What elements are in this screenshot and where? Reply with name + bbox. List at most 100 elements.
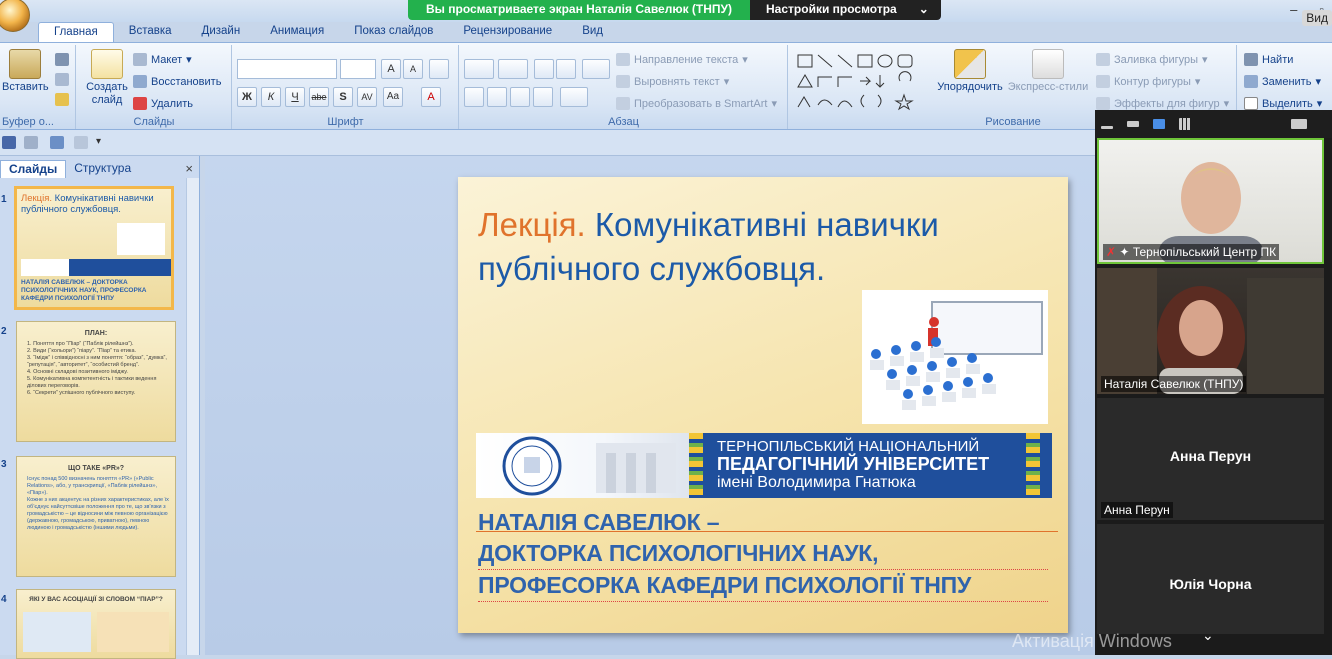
tab-design[interactable]: Дизайн: [187, 22, 256, 42]
arrange-label: Упорядочить: [937, 81, 1003, 93]
spellcheck-icon[interactable]: [50, 136, 64, 149]
font-group-label: Шрифт: [327, 116, 364, 128]
tab-view[interactable]: Вид: [567, 22, 618, 42]
shapes-gallery[interactable]: [794, 51, 924, 111]
tab-review[interactable]: Рецензирование: [448, 22, 567, 42]
text-direction-label: Направление текста: [634, 53, 739, 66]
minimize-video-icon[interactable]: [1101, 125, 1113, 129]
share-message: Вы просматриваете экран Наталія Савелюк …: [408, 0, 751, 20]
layout-button[interactable]: Макет ▾: [133, 53, 192, 66]
clear-format-icon[interactable]: [429, 59, 449, 79]
ornament-left: [689, 433, 703, 498]
justify-icon[interactable]: [533, 87, 553, 107]
arrange-button[interactable]: Упорядочить: [932, 49, 1008, 94]
slide-thumbnail-2[interactable]: ПЛАН: 1. Поняття про “Піар” (“Паблік ріл…: [16, 321, 176, 442]
slide-number: 3: [1, 459, 7, 470]
columns-icon[interactable]: [560, 87, 588, 107]
new-slide-button[interactable]: Создать слайд: [81, 49, 133, 107]
current-slide[interactable]: Лекція. Комунікативні навички публічного…: [458, 177, 1068, 633]
select-label: Выделить: [1262, 97, 1313, 110]
decrease-indent-icon[interactable]: [534, 59, 554, 79]
tab-slides[interactable]: Слайды: [0, 160, 67, 178]
slide-thumbnail-3[interactable]: ЩО ТАКЕ «PR»? Існує понад 500 визначень …: [16, 456, 176, 577]
copy-icon[interactable]: [55, 73, 69, 86]
align-center-icon[interactable]: [487, 87, 507, 107]
participant-tile-1[interactable]: ✗ ✦ Тернопільський Центр ПК: [1097, 138, 1324, 264]
tab-slideshow[interactable]: Показ слайдов: [339, 22, 448, 42]
thumb-line: 4. Основні складові позитивного іміджу.: [27, 369, 128, 375]
tab-home[interactable]: Главная: [38, 22, 114, 42]
slide-thumbnail-1[interactable]: Лекція. Комунікативні навички публічного…: [14, 186, 174, 310]
tab-animation[interactable]: Анимация: [255, 22, 339, 42]
quick-styles-button[interactable]: Экспресс-стили: [1006, 49, 1090, 94]
view-settings-button[interactable]: Настройки просмотра ⌄: [750, 0, 941, 20]
participant-tile-3[interactable]: Анна Перун Анна Перун: [1097, 398, 1324, 520]
shadow-button[interactable]: S: [333, 87, 353, 107]
thumbnail-view-icon[interactable]: [1127, 121, 1139, 127]
save-icon[interactable]: [2, 136, 16, 149]
align-right-icon[interactable]: [510, 87, 530, 107]
close-icon[interactable]: ×: [185, 161, 193, 176]
char-spacing-button[interactable]: AV: [357, 87, 377, 107]
delete-slide-button[interactable]: Удалить: [133, 97, 193, 110]
minimize-button[interactable]: –: [1290, 2, 1297, 17]
shape-outline-button[interactable]: Контур фигуры ▾: [1096, 75, 1200, 88]
shape-fill-button[interactable]: Заливка фигуры ▾: [1096, 53, 1208, 66]
clipboard-icon: [9, 49, 41, 79]
replace-button[interactable]: Заменить ▾: [1244, 75, 1321, 88]
thumb-plan-title: ПЛАН:: [84, 330, 108, 337]
pin-icon: ✦: [1119, 245, 1130, 259]
university-banner[interactable]: ТЕРНОПІЛЬСЬКИЙ НАЦІОНАЛЬНИЙ ПЕДАГОГІЧНИЙ…: [476, 433, 1052, 498]
line-spacing-icon[interactable]: [582, 59, 610, 79]
font-color-button[interactable]: A: [421, 87, 441, 107]
bold-button[interactable]: Ж: [237, 87, 257, 107]
grow-font-button[interactable]: A: [381, 59, 401, 79]
strikethrough-button[interactable]: abe: [309, 87, 329, 107]
smartart-button[interactable]: Преобразовать в SmartArt ▾: [616, 97, 777, 110]
find-button[interactable]: Найти: [1244, 53, 1293, 66]
italic-button[interactable]: К: [261, 87, 281, 107]
underline-button[interactable]: Ч: [285, 87, 305, 107]
numbering-icon[interactable]: [498, 59, 528, 79]
participant-tile-4[interactable]: Юлія Чорна: [1097, 524, 1324, 634]
reset-button[interactable]: Восстановить: [133, 75, 221, 88]
office-button[interactable]: [0, 0, 30, 32]
increase-indent-icon[interactable]: [556, 59, 576, 79]
align-text-label: Выровнять текст: [634, 75, 720, 88]
shrink-font-button[interactable]: A: [403, 59, 423, 79]
exit-fullscreen-icon[interactable]: [1291, 119, 1307, 129]
paste-button[interactable]: Вставить: [2, 49, 49, 94]
slide-author[interactable]: НАТАЛІЯ САВЕЛЮК – ДОКТОРКА ПСИХОЛОГІЧНИХ…: [478, 507, 1048, 602]
gallery-view-icon[interactable]: [1179, 118, 1191, 130]
classroom-image[interactable]: [862, 290, 1048, 424]
font-name-field[interactable]: [237, 59, 337, 79]
view-label-partial[interactable]: Вид: [1302, 10, 1332, 26]
tab-insert[interactable]: Вставка: [114, 22, 187, 42]
undo-icon[interactable]: [24, 136, 38, 149]
text-direction-button[interactable]: Направление текста ▾: [616, 53, 748, 66]
slide-thumbnail-4[interactable]: ЯКІ У ВАС АСОЦІАЦІЇ ЗІ СЛОВОМ “ПІАР”?: [16, 589, 176, 659]
speaker-view-icon[interactable]: [1153, 119, 1165, 129]
cut-icon[interactable]: [55, 53, 69, 66]
chevron-down-icon[interactable]: ⌄: [1202, 627, 1214, 644]
select-button[interactable]: Выделить ▾: [1244, 97, 1322, 110]
redo-icon[interactable]: [74, 136, 88, 149]
pane-scrollbar[interactable]: [186, 178, 199, 655]
bullets-icon[interactable]: [464, 59, 494, 79]
align-text-button[interactable]: Выровнять текст ▾: [616, 75, 729, 88]
author-line-1: НАТАЛІЯ САВЕЛЮК –: [478, 509, 720, 535]
thumb-line: 2. Види (“кольори”) “піару”. “Піар” та е…: [27, 348, 137, 354]
font-size-field[interactable]: [340, 59, 376, 79]
format-painter-icon[interactable]: [55, 93, 69, 106]
align-left-icon[interactable]: [464, 87, 484, 107]
participant-center-name-3: Анна Перун: [1169, 448, 1252, 464]
shape-effects-label: Эффекты для фигур: [1114, 97, 1220, 110]
shape-effects-button[interactable]: Эффекты для фигур ▾: [1096, 97, 1229, 110]
participant-tile-2[interactable]: Наталія Савелюк (ТНПУ): [1097, 268, 1324, 394]
customize-dropdown-icon[interactable]: ▾: [96, 136, 110, 149]
find-label: Найти: [1262, 53, 1294, 66]
slide-title[interactable]: Лекція. Комунікативні навички публічного…: [478, 203, 1038, 291]
align-text-icon: [616, 75, 630, 88]
change-case-button[interactable]: Aa: [383, 87, 403, 107]
tab-outline[interactable]: Структура: [66, 160, 139, 178]
